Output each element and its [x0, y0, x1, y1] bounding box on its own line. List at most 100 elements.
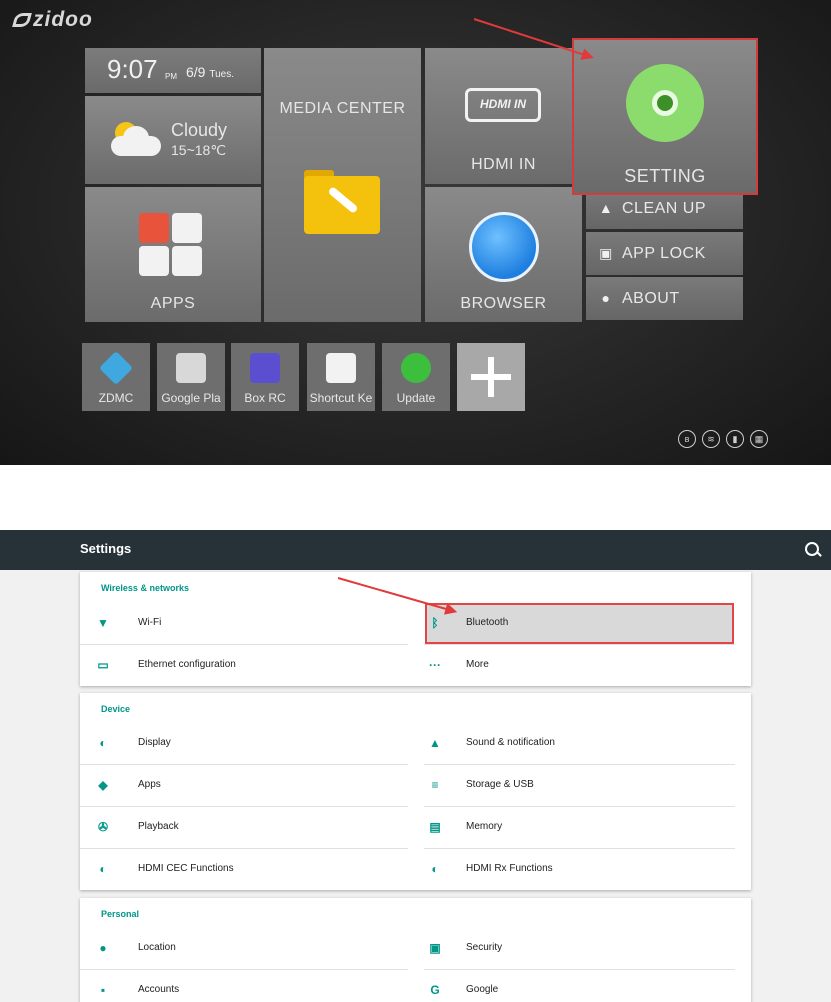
- item-label: Wi-Fi: [138, 617, 162, 628]
- apps-grid-icon-4: [172, 246, 202, 276]
- section-header: Device: [101, 704, 131, 714]
- bell-icon: ▲: [429, 736, 441, 750]
- settings-item-hdmi-rx[interactable]: ◐ HDMI Rx Functions: [424, 848, 735, 890]
- settings-screen: Settings Wireless & networks ▼ Wi-Fi ᛒ B…: [0, 530, 831, 1002]
- settings-item-location[interactable]: ● Location: [80, 927, 408, 970]
- item-label: Memory: [466, 821, 503, 832]
- item-label: Display: [138, 737, 171, 748]
- brand-name: zidoo: [33, 8, 93, 31]
- brightness-icon: ◐: [99, 862, 107, 876]
- usb-icon: ▮: [726, 430, 744, 448]
- apps-grid-icon: [139, 213, 169, 243]
- settings-item-hdmi-cec[interactable]: ◐ HDMI CEC Functions: [80, 848, 408, 890]
- weather-temperature: 15~18℃: [171, 142, 227, 158]
- wifi-icon: ≋: [702, 430, 720, 448]
- item-label: Google: [466, 984, 499, 995]
- update-arrow-icon: [401, 353, 431, 383]
- media-center-tile[interactable]: MEDIA CENTER: [264, 48, 421, 322]
- dock-app-update[interactable]: Update: [382, 343, 450, 411]
- about-button[interactable]: ● ABOUT: [586, 277, 743, 320]
- broom-icon: ▲: [598, 200, 614, 216]
- bluetooth-icon: ʙ: [678, 430, 696, 448]
- zdmc-icon: [99, 351, 133, 385]
- globe-icon: [469, 212, 539, 282]
- dock-app-shortcut[interactable]: Shortcut Ke: [307, 343, 375, 411]
- app-lock-button[interactable]: ▣ APP LOCK: [586, 232, 743, 275]
- settings-item-sound[interactable]: ▲ Sound & notification: [424, 722, 735, 765]
- zidoo-logo-icon: [12, 13, 32, 27]
- settings-item-playback[interactable]: ✇ Playback: [80, 806, 408, 849]
- personal-card: Personal ● Location ▣ Security ▪ Account…: [80, 898, 751, 1002]
- settings-item-more[interactable]: ··· More: [424, 644, 735, 686]
- apps-grid-icon-3: [139, 246, 169, 276]
- setting-tile[interactable]: SETTING: [572, 38, 758, 195]
- dock-app-zdmc[interactable]: ZDMC: [82, 343, 150, 411]
- settings-item-security[interactable]: ▣ Security: [424, 927, 735, 970]
- dock-app-google-play[interactable]: Google Pla: [157, 343, 225, 411]
- settings-item-memory[interactable]: ▤ Memory: [424, 806, 735, 849]
- google-icon: G: [430, 983, 440, 997]
- weather-condition: Cloudy: [171, 120, 228, 140]
- settings-item-google[interactable]: G Google: [424, 969, 735, 1002]
- dock-label: Google Pla: [161, 391, 221, 405]
- storage-icon: ≡: [431, 778, 439, 792]
- more-dots-icon: ···: [429, 658, 441, 672]
- settings-item-display[interactable]: ◐ Display: [80, 722, 408, 765]
- dock-add-button[interactable]: [457, 343, 525, 411]
- lock-icon: ▣: [599, 245, 613, 261]
- page-title: Settings: [80, 541, 132, 556]
- item-label: Location: [138, 942, 176, 953]
- info-icon: ●: [601, 290, 611, 306]
- lock-icon: ▣: [429, 941, 441, 955]
- clock-tile[interactable]: 9:07 PM 6/9 Tues.: [85, 48, 261, 93]
- bluetooth-icon: ᛒ: [431, 616, 439, 630]
- settings-item-ethernet[interactable]: ▭ Ethernet configuration: [80, 644, 408, 686]
- wireless-networks-card: Wireless & networks ▼ Wi-Fi ᛒ Bluetooth …: [80, 572, 751, 686]
- item-label: More: [466, 659, 489, 670]
- account-icon: ▪: [100, 983, 106, 997]
- monitor-icon: ▭: [97, 658, 109, 672]
- item-label: HDMI Rx Functions: [466, 863, 553, 874]
- dock-label: Box RC: [244, 391, 286, 405]
- location-pin-icon: ●: [99, 941, 107, 955]
- item-label: Ethernet configuration: [138, 659, 236, 670]
- browser-label: BROWSER: [460, 295, 547, 312]
- status-bar: ʙ ≋ ▮ ▦: [678, 430, 768, 448]
- settings-app-bar: Settings: [0, 530, 831, 570]
- settings-item-storage[interactable]: ≡ Storage & USB: [424, 764, 735, 807]
- brightness-icon: ◐: [99, 736, 107, 750]
- item-label: Security: [466, 942, 503, 953]
- search-icon[interactable]: [805, 542, 819, 556]
- item-label: Storage & USB: [466, 779, 534, 790]
- settings-item-apps[interactable]: ◆ Apps: [80, 764, 408, 807]
- media-center-label: MEDIA CENTER: [279, 100, 406, 117]
- settings-item-accounts[interactable]: ▪ Accounts: [80, 969, 408, 1002]
- apps-grid-icon-2: [172, 213, 202, 243]
- apps-label: APPS: [150, 295, 196, 312]
- shortcut-icon: [326, 353, 356, 383]
- dock-app-box-rc[interactable]: Box RC: [231, 343, 299, 411]
- remote-icon: [250, 353, 280, 383]
- item-label: HDMI CEC Functions: [138, 863, 234, 874]
- wifi-icon: ▼: [97, 616, 109, 630]
- section-header: Wireless & networks: [101, 583, 189, 593]
- clean-up-label: CLEAN UP: [622, 200, 707, 217]
- hdmi-in-label: HDMI IN: [471, 156, 536, 173]
- hdmi-in-tile[interactable]: HDMI IN HDMI IN: [425, 48, 582, 184]
- settings-item-bluetooth[interactable]: ᛒ Bluetooth: [424, 602, 735, 645]
- plus-icon-vertical: [488, 357, 494, 397]
- film-reel-icon: ✇: [97, 820, 109, 834]
- device-card: Device ◐ Display ▲ Sound & notification …: [80, 693, 751, 890]
- zidoo-logo: zidoo: [12, 8, 93, 32]
- dock-label: ZDMC: [98, 391, 134, 405]
- weather-tile[interactable]: Cloudy 15~18℃: [85, 96, 261, 184]
- browser-tile[interactable]: BROWSER: [425, 187, 582, 322]
- apps-tile[interactable]: APPS: [85, 187, 261, 322]
- play-store-icon: [176, 353, 206, 383]
- item-label: Accounts: [138, 984, 180, 995]
- settings-item-wifi[interactable]: ▼ Wi-Fi: [80, 602, 408, 645]
- android-icon: ◆: [98, 778, 108, 792]
- launcher-screen: zidoo 9:07 PM 6/9 Tues. Cloudy 15~18℃ AP…: [0, 0, 831, 465]
- clock-ampm: PM: [165, 72, 177, 81]
- brightness-icon: ◐: [431, 862, 439, 876]
